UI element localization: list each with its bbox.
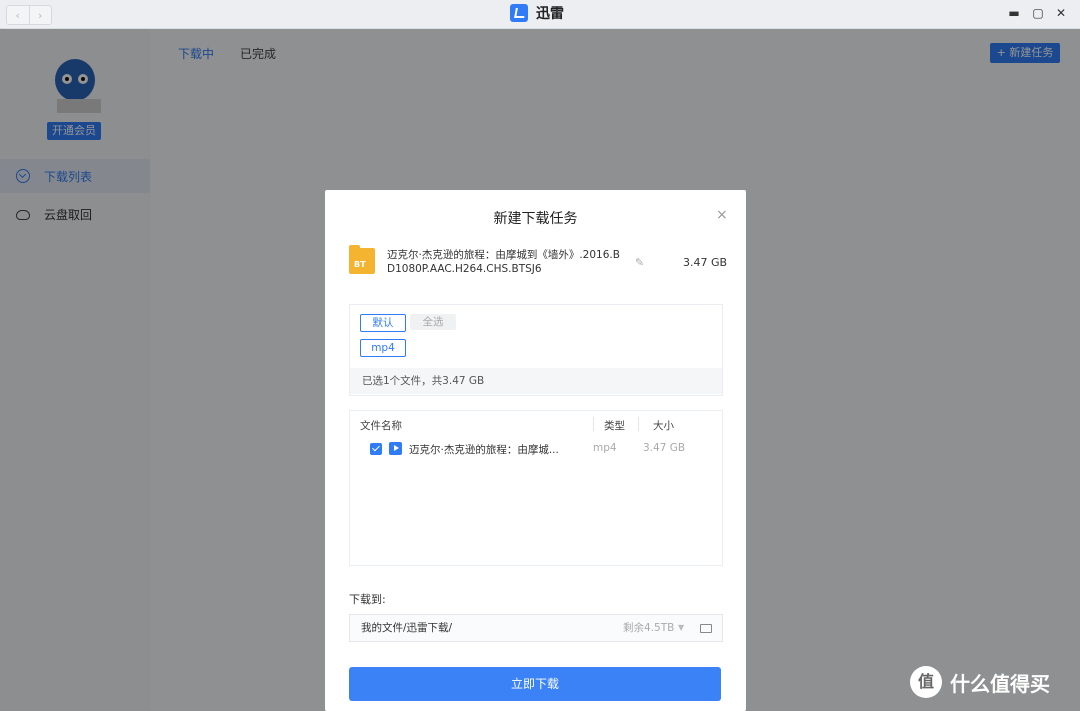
maximize-button[interactable]: ▢ xyxy=(1029,4,1047,22)
file-filter-panel: 默认 全选 mp4 已选1个文件，共3.47 GB xyxy=(349,304,723,396)
file-table: 文件名称 类型 大小 迈克尔·杰克逊的旅程：由摩城... mp4 3.47 GB xyxy=(349,410,723,566)
xunlei-logo-icon xyxy=(510,4,528,22)
download-now-button[interactable]: 立即下载 xyxy=(349,667,721,701)
app-title: 迅雷 xyxy=(510,3,564,23)
column-header-size: 大小 xyxy=(653,420,674,432)
torrent-name: 迈克尔·杰克逊的旅程：由摩城到《墙外》.2016.BD1080P.AAC.H26… xyxy=(387,249,620,275)
edit-icon[interactable]: ✎ xyxy=(635,256,644,269)
bt-label: BT xyxy=(354,260,366,269)
column-header-type: 类型 xyxy=(604,420,625,432)
save-to-label: 下载到: xyxy=(349,593,386,606)
bt-folder-icon: BT xyxy=(349,245,375,274)
filter-select-all-chip[interactable]: 全选 xyxy=(410,314,456,330)
title-bar: ‹ › 迅雷 ▬ ▢ ✕ xyxy=(0,0,1080,29)
column-divider xyxy=(638,417,639,431)
selection-summary: 已选1个文件，共3.47 GB xyxy=(350,368,722,394)
folder-icon[interactable] xyxy=(700,624,712,633)
file-type-cell: mp4 xyxy=(593,442,617,454)
torrent-size: 3.47 GB xyxy=(683,256,728,269)
column-divider xyxy=(593,417,594,431)
forward-arrow-icon[interactable]: › xyxy=(30,6,52,24)
file-checkbox[interactable] xyxy=(370,443,382,455)
filter-mp4-chip[interactable]: mp4 xyxy=(360,339,406,357)
file-size-cell: 3.47 GB xyxy=(643,442,686,454)
remaining-space: 剩余4.5TB xyxy=(623,622,675,634)
watermark-text: 什么值得买 xyxy=(950,671,1050,696)
minimize-button[interactable]: ▬ xyxy=(1005,4,1023,22)
file-name-cell: 迈克尔·杰克逊的旅程：由摩城... xyxy=(409,444,559,456)
back-arrow-icon[interactable]: ‹ xyxy=(7,6,30,24)
video-file-icon xyxy=(389,442,402,455)
watermark: 值 什么值得买 xyxy=(910,666,1050,698)
dialog-title: 新建下载任务 xyxy=(493,211,578,227)
close-window-button[interactable]: ✕ xyxy=(1052,4,1070,22)
nav-buttons: ‹ › xyxy=(6,5,52,25)
new-download-dialog: 新建下载任务 × BT 迈克尔·杰克逊的旅程：由摩城到《墙外》.2016.BD1… xyxy=(325,190,746,711)
save-path-field[interactable]: 我的文件/迅雷下载/ 剩余4.5TB ▼ xyxy=(349,614,723,642)
chevron-down-icon[interactable]: ▼ xyxy=(678,615,684,641)
save-path-text: 我的文件/迅雷下载/ xyxy=(361,622,453,634)
table-row[interactable]: 迈克尔·杰克逊的旅程：由摩城... mp4 3.47 GB xyxy=(350,439,722,459)
watermark-logo-icon: 值 xyxy=(910,666,942,698)
column-header-name: 文件名称 xyxy=(360,420,402,432)
close-icon[interactable]: × xyxy=(716,207,728,223)
app-title-text: 迅雷 xyxy=(536,6,564,22)
filter-default-chip[interactable]: 默认 xyxy=(360,314,406,332)
